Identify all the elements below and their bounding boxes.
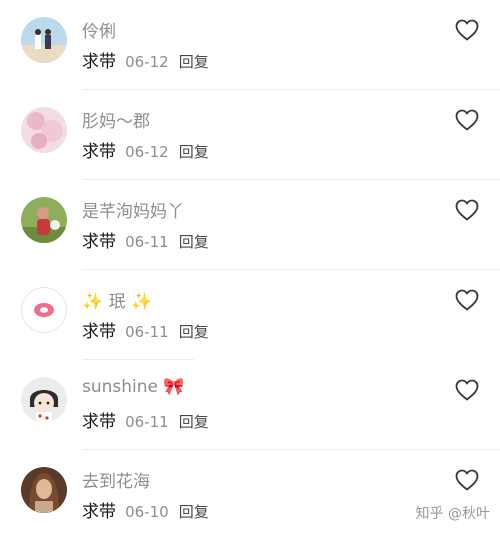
heart-icon[interactable]	[455, 379, 479, 401]
comment-date: 06-11	[125, 323, 169, 341]
avatar[interactable]	[21, 467, 67, 513]
comment-date: 06-10	[125, 503, 169, 521]
heart-icon[interactable]	[455, 469, 479, 491]
reply-button[interactable]: 回复	[179, 503, 209, 521]
comment-item: 去到花海 求带 06-10 回复	[0, 450, 500, 540]
username[interactable]: 伶俐	[82, 17, 116, 42]
avatar[interactable]	[21, 377, 67, 423]
avatar[interactable]	[21, 107, 67, 153]
comment-text: 求带	[82, 142, 116, 162]
bow-icon: 🎀	[163, 377, 185, 397]
comment-item: 伶俐 求带 06-12 回复	[0, 0, 500, 90]
username[interactable]: 肜妈～郡	[82, 107, 150, 132]
comment-item: ✨ 珉 ✨ 求带 06-11 回复	[0, 270, 500, 360]
username[interactable]: ✨ 珉 ✨	[82, 287, 152, 312]
reply-button[interactable]: 回复	[179, 53, 209, 71]
comment-meta: 求带 06-11 回复	[82, 227, 209, 252]
reply-button[interactable]: 回复	[179, 143, 209, 161]
comment-meta: 求带 06-10 回复	[82, 497, 209, 522]
avatar[interactable]	[21, 287, 67, 333]
comment-date: 06-12	[125, 53, 169, 71]
reply-button[interactable]: 回复	[179, 323, 209, 341]
reply-button[interactable]: 回复	[179, 413, 209, 431]
comment-item: 是芊洵妈妈丫 求带 06-11 回复	[0, 180, 500, 270]
username[interactable]: 是芊洵妈妈丫	[82, 197, 184, 222]
comment-date: 06-11	[125, 233, 169, 251]
avatar[interactable]	[21, 17, 67, 63]
avatar[interactable]	[21, 197, 67, 243]
comment-text: 求带	[82, 412, 116, 432]
sparkle-icon: ✨	[130, 292, 153, 312]
comment-text: 求带	[82, 232, 116, 252]
heart-icon[interactable]	[455, 19, 479, 41]
comment-date: 06-12	[125, 143, 169, 161]
comment-meta: 求带 06-11 回复	[82, 317, 209, 342]
username-text: sunshine	[82, 377, 158, 397]
watermark: 知乎 @秋叶	[415, 506, 490, 522]
comment-meta: 求带 06-12 回复	[82, 137, 209, 162]
comment-item: sunshine 🎀 求带 06-11 回复	[0, 360, 500, 450]
heart-icon[interactable]	[455, 199, 479, 221]
comment-meta: 求带 06-11 回复	[82, 407, 209, 432]
comment-date: 06-11	[125, 413, 169, 431]
comment-text: 求带	[82, 52, 116, 72]
comment-text: 求带	[82, 502, 116, 522]
username[interactable]: 去到花海	[82, 467, 150, 492]
heart-icon[interactable]	[455, 289, 479, 311]
comment-text: 求带	[82, 322, 116, 342]
comment-meta: 求带 06-12 回复	[82, 47, 209, 72]
reply-button[interactable]: 回复	[179, 233, 209, 251]
sparkle-icon: ✨	[82, 292, 104, 312]
username-text: 珉	[108, 292, 126, 312]
comment-item: 肜妈～郡 求带 06-12 回复	[0, 90, 500, 180]
heart-icon[interactable]	[455, 109, 479, 131]
username[interactable]: sunshine 🎀	[82, 377, 185, 397]
